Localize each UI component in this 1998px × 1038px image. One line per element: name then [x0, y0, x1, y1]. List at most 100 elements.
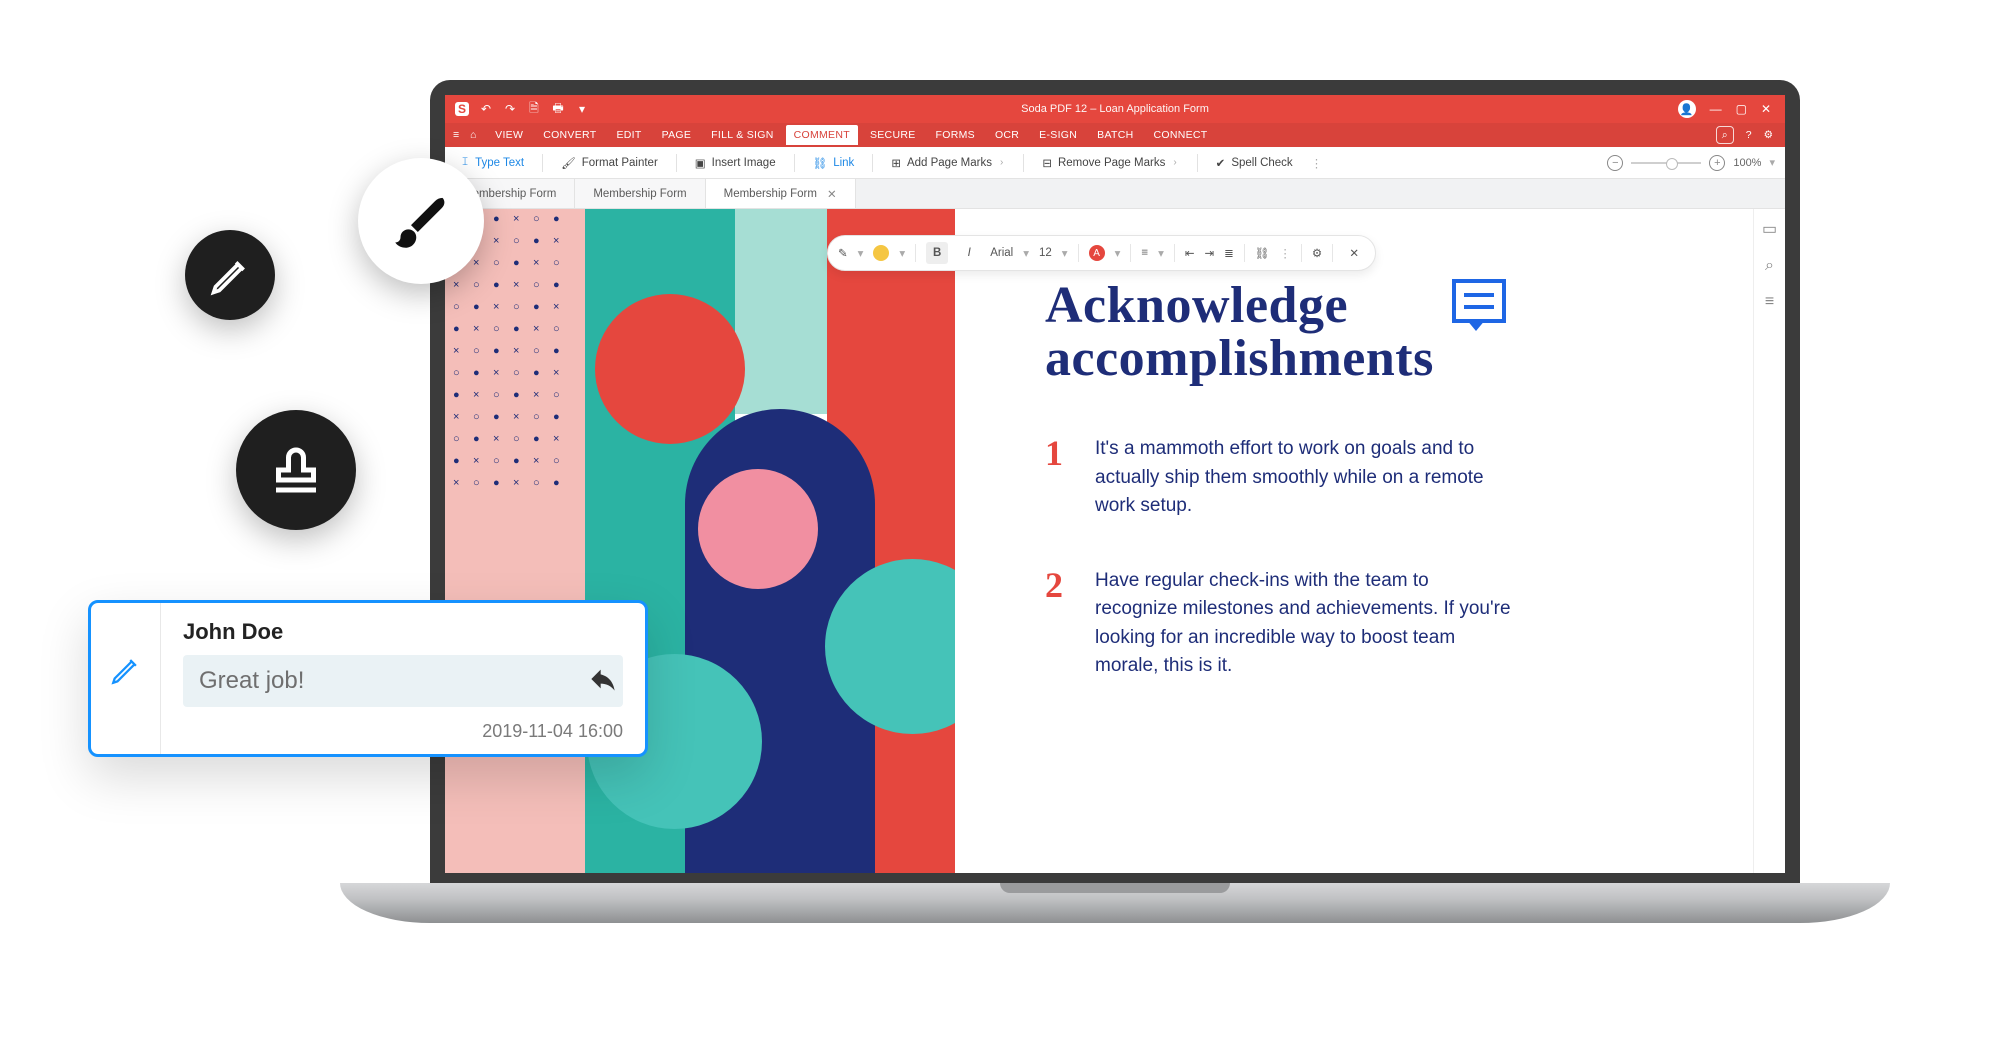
zoom-slider[interactable]	[1631, 162, 1701, 164]
doc-heading-line2: accomplishments	[1045, 332, 1434, 385]
pen-color-icon[interactable]: ✎	[838, 246, 848, 260]
search-panel-icon[interactable]: ⌕	[1765, 257, 1774, 275]
comment-timestamp: 2019-11-04 16:00	[183, 707, 623, 742]
menu-edit[interactable]: EDIT	[608, 125, 649, 145]
highlight-color-swatch[interactable]	[873, 245, 889, 261]
text-color-swatch[interactable]: A	[1089, 245, 1105, 261]
maximize-icon[interactable]: ▢	[1736, 102, 1747, 116]
format-painter-tool[interactable]: 🖌 Format Painter	[555, 154, 664, 172]
item-text: Have regular check-ins with the team to …	[1095, 567, 1515, 681]
menu-connect[interactable]: CONNECT	[1145, 125, 1215, 145]
zoom-out-button[interactable]: −	[1607, 155, 1623, 171]
undo-icon[interactable]: ↶	[479, 102, 493, 116]
menu-esign[interactable]: E-SIGN	[1031, 125, 1085, 145]
plus-page-icon: ⊞	[891, 156, 901, 170]
spellcheck-icon: ✔	[1216, 156, 1226, 170]
stamp-tool-fab[interactable]	[236, 410, 356, 530]
menu-convert[interactable]: CONVERT	[535, 125, 604, 145]
pencil-outline-icon	[109, 653, 143, 687]
laptop-device: S ↶ ↷ 🗎 🖶 ▾ Soda PDF 12 – Loan Applicati…	[430, 80, 1800, 980]
menubar: ≡ ⌂ VIEW CONVERT EDIT PAGE FILL & SIGN C…	[445, 123, 1785, 147]
doc-tab[interactable]: Membership Form	[575, 179, 705, 208]
text-cursor-icon: 𝙸	[461, 156, 469, 169]
spell-check-tool[interactable]: ✔ Spell Check	[1210, 154, 1299, 172]
doc-tab-active[interactable]: Membership Form ✕	[706, 179, 856, 208]
type-text-tool[interactable]: 𝙸 Type Text	[455, 154, 530, 171]
doc-heading-line1: Acknowledge	[1045, 279, 1434, 332]
numbered-list: 1 It's a mammoth effort to work on goals…	[1045, 435, 1693, 681]
side-strip: ▭ ⌕ ≡	[1753, 209, 1785, 873]
qat-more-icon[interactable]: ▾	[575, 102, 589, 116]
titlebar: S ↶ ↷ 🗎 🖶 ▾ Soda PDF 12 – Loan Applicati…	[445, 95, 1785, 123]
toolbar-overflow-icon[interactable]: ⋮	[1279, 246, 1291, 260]
comment-text[interactable]: Great job!	[183, 655, 623, 707]
indent-left-icon[interactable]: ⇤	[1185, 246, 1195, 260]
remove-page-marks-tool[interactable]: ⊟ Remove Page Marks ›	[1036, 154, 1184, 172]
indent-right-icon[interactable]: ⇥	[1205, 246, 1215, 260]
zoom-controls: − + 100% ▾	[1607, 155, 1775, 171]
bold-button[interactable]: B	[926, 242, 948, 264]
add-page-marks-label: Add Page Marks	[907, 157, 992, 169]
layers-panel-icon[interactable]: ≡	[1765, 293, 1774, 311]
link-label: Link	[833, 157, 854, 169]
pencil-tool-fab[interactable]	[185, 230, 275, 320]
ribbon-overflow-icon[interactable]: ⋮	[1311, 156, 1323, 170]
home-icon[interactable]: ⌂	[463, 129, 483, 141]
comment-popup[interactable]: John Doe Great job! 2019-11-04 16:00	[88, 600, 648, 757]
settings-gear-icon[interactable]: ⚙	[1764, 129, 1773, 141]
link-tool[interactable]: ⛓ Link	[807, 154, 861, 172]
comment-author: John Doe	[183, 619, 623, 645]
chevron-right-icon: ›	[998, 157, 1005, 168]
minus-page-icon: ⊟	[1042, 156, 1052, 170]
line-spacing-icon[interactable]: ≣	[1224, 246, 1234, 260]
brush-icon: 🖌	[561, 156, 576, 170]
redo-icon[interactable]: ↷	[503, 102, 517, 116]
tab-close-icon[interactable]: ✕	[827, 187, 837, 201]
laptop-base	[340, 883, 1890, 923]
user-avatar-icon[interactable]: 👤	[1678, 100, 1696, 118]
minimize-icon[interactable]: —	[1710, 102, 1722, 116]
menu-view[interactable]: VIEW	[487, 125, 531, 145]
help-icon[interactable]: ?	[1746, 129, 1752, 141]
hamburger-icon[interactable]: ≡	[453, 129, 459, 141]
menu-secure[interactable]: SECURE	[862, 125, 924, 145]
chevron-right-icon: ›	[1171, 157, 1178, 168]
save-icon[interactable]: 🗎	[527, 102, 541, 116]
menu-comment[interactable]: COMMENT	[786, 125, 858, 145]
menu-batch[interactable]: BATCH	[1089, 125, 1141, 145]
close-window-icon[interactable]: ✕	[1761, 102, 1771, 116]
menu-page[interactable]: PAGE	[654, 125, 700, 145]
brush-tool-fab[interactable]	[358, 158, 484, 284]
page-thumb-icon[interactable]: ▭	[1762, 219, 1777, 239]
insert-image-tool[interactable]: ▣ Insert Image	[689, 154, 782, 172]
image-icon: ▣	[695, 156, 706, 170]
spell-check-label: Spell Check	[1231, 157, 1292, 169]
zoom-dropdown-icon[interactable]: ▾	[1769, 156, 1775, 169]
toolbar-close-icon[interactable]: ✕	[1343, 242, 1365, 264]
link-insert-icon[interactable]: ⛓	[1255, 246, 1270, 260]
menu-forms[interactable]: FORMS	[928, 125, 983, 145]
app-window: S ↶ ↷ 🗎 🖶 ▾ Soda PDF 12 – Loan Applicati…	[445, 95, 1785, 873]
menu-fill-sign[interactable]: FILL & SIGN	[703, 125, 781, 145]
comment-bubble-icon[interactable]	[1452, 279, 1506, 323]
align-icon[interactable]: ≡	[1141, 247, 1148, 259]
app-logo[interactable]: S	[455, 102, 469, 116]
artwork-panel	[445, 209, 955, 873]
zoom-in-button[interactable]: +	[1709, 155, 1725, 171]
font-size-select[interactable]: 12	[1039, 247, 1052, 259]
font-select[interactable]: Arial	[990, 247, 1013, 259]
list-item: 1 It's a mammoth effort to work on goals…	[1045, 435, 1693, 521]
italic-button[interactable]: I	[958, 242, 980, 264]
type-text-label: Type Text	[475, 157, 524, 169]
menu-ocr[interactable]: OCR	[987, 125, 1027, 145]
item-text: It's a mammoth effort to work on goals a…	[1095, 435, 1515, 521]
ribbon: 𝙸 Type Text 🖌 Format Painter ▣ Insert Im…	[445, 147, 1785, 179]
reply-icon[interactable]	[589, 665, 617, 698]
search-icon[interactable]: ⌕	[1716, 126, 1734, 144]
doc-tab-label: Membership Form	[593, 188, 686, 200]
floating-format-toolbar[interactable]: ✎▾ ▾ B I Arial▾ 12▾ A▾ ≡▾ ⇤ ⇥ ≣ ⛓ ⋮ ⚙	[827, 235, 1376, 271]
text-panel: Acknowledge accomplishments 1 It's a mam…	[955, 209, 1753, 873]
settings-sliders-icon[interactable]: ⚙	[1312, 246, 1322, 260]
print-icon[interactable]: 🖶	[551, 102, 565, 116]
add-page-marks-tool[interactable]: ⊞ Add Page Marks ›	[885, 154, 1011, 172]
